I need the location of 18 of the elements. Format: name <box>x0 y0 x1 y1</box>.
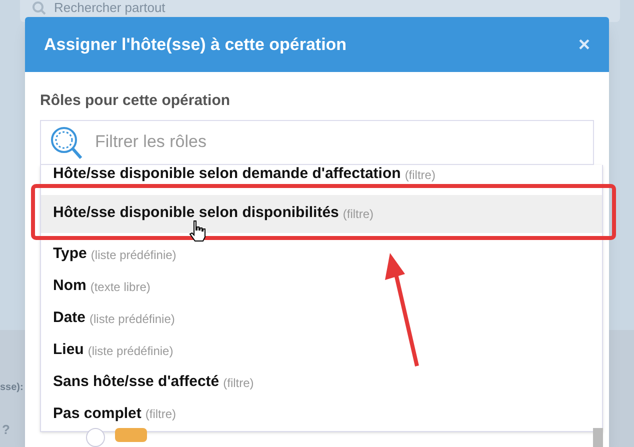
filter-field[interactable]: Filtrer les rôles <box>40 120 594 164</box>
dialog-title: Assigner l'hôte(sse) à cette opération <box>44 34 347 56</box>
option-item[interactable]: Type (liste prédéfinie) <box>41 238 602 270</box>
option-item[interactable]: Date (liste prédéfinie) <box>41 302 602 334</box>
option-item[interactable]: Hôte/sse disponible selon disponibilités (filtre) <box>41 194 602 232</box>
option-item[interactable]: Hôte/sse disponible selon demande d'affectation (filtre) <box>41 164 602 184</box>
field-label: Rôles pour cette opération <box>40 91 232 111</box>
search-icon <box>32 1 46 15</box>
background-label: sse): <box>0 381 24 395</box>
option-item[interactable]: Pas complet (filtre) <box>41 398 602 430</box>
option-item[interactable]: Lieu (liste prédéfinie) <box>41 334 602 366</box>
option-item[interactable]: Nom (texte libre) <box>41 270 602 302</box>
tag <box>115 428 147 442</box>
search-placeholder: Rechercher partout <box>54 0 166 18</box>
option-item[interactable]: Sans hôte/sse d'affecté (filtre) <box>41 366 602 398</box>
hand-cursor-icon <box>189 220 207 242</box>
background-label: ? <box>2 421 10 439</box>
scrollbar <box>593 428 603 447</box>
